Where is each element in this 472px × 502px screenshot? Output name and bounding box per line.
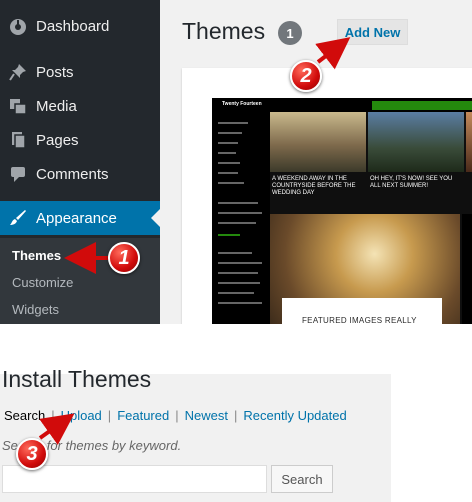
callout-3-arrow	[38, 413, 75, 445]
callout-1: 1	[108, 242, 140, 274]
callout-3: 3	[16, 438, 48, 470]
callout-2: 2	[290, 60, 322, 92]
callout-2-arrow	[315, 37, 351, 70]
annotation-arrows	[38, 37, 351, 445]
